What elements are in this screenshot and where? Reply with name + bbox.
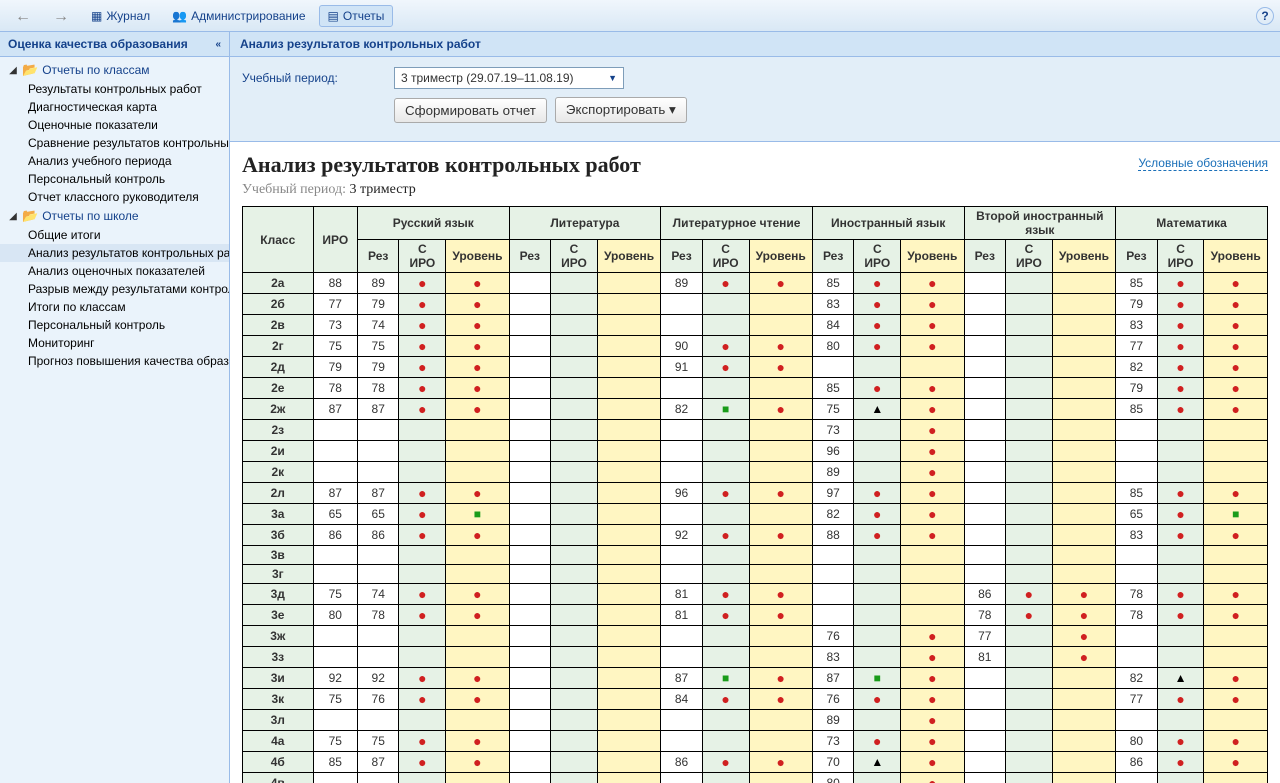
table-row: 3ж76●77●: [243, 626, 1268, 647]
report-area[interactable]: Условные обозначения Анализ результатов …: [230, 142, 1280, 783]
tree-item[interactable]: Оценочные показатели: [0, 116, 229, 134]
chevron-down-icon: ▼: [608, 73, 617, 83]
back-button[interactable]: [6, 4, 40, 28]
tree-item[interactable]: Итоги по классам: [0, 298, 229, 316]
grid-icon: ▦: [91, 9, 102, 23]
table-row: 2з73●: [243, 420, 1268, 441]
tree-item[interactable]: Мониторинг: [0, 334, 229, 352]
table-row: 3л89●: [243, 710, 1268, 731]
table-row: 4в80●: [243, 773, 1268, 783]
table-row: 3д7574●●81●●86●●78●●: [243, 584, 1268, 605]
tree-item[interactable]: Результаты контрольных работ: [0, 80, 229, 98]
table-row: 3и9292●●87■●87■●82▲●: [243, 668, 1268, 689]
table-row: 2в7374●●84●●83●●: [243, 315, 1268, 336]
report-icon: ▤: [328, 9, 339, 23]
table-row: 2л8787●●96●●97●●85●●: [243, 483, 1268, 504]
tree-item[interactable]: Анализ результатов контрольных работ: [0, 244, 229, 262]
tree-item[interactable]: Разрыв между результатами контрольных р: [0, 280, 229, 298]
table-row: 4б8587●●86●●70▲●86●●: [243, 752, 1268, 773]
collapse-icon[interactable]: «: [215, 39, 221, 50]
generate-button[interactable]: Сформировать отчет: [394, 98, 547, 123]
period-label: Учебный период:: [242, 71, 382, 85]
table-row: 3з83●81●: [243, 647, 1268, 668]
period-select[interactable]: 3 триместр (29.07.19–11.08.19) ▼: [394, 67, 624, 89]
table-row: 2е7878●●85●●79●●: [243, 378, 1268, 399]
table-row: 2ж8787●●82■●75▲●85●●: [243, 399, 1268, 420]
tree-group-class[interactable]: ◢📂Отчеты по классам: [0, 60, 229, 80]
table-row: 2г7575●●90●●80●●77●●: [243, 336, 1268, 357]
tree-item[interactable]: Персональный контроль: [0, 170, 229, 188]
table-row: 3к7576●●84●●76●●77●●: [243, 689, 1268, 710]
tree-item[interactable]: Анализ оценочных показателей: [0, 262, 229, 280]
help-icon[interactable]: ?: [1256, 7, 1274, 25]
reports-button[interactable]: ▤Отчеты: [319, 5, 394, 27]
users-icon: 👥: [172, 9, 187, 23]
table-row: 3в: [243, 546, 1268, 565]
table-row: 2к89●: [243, 462, 1268, 483]
forward-button[interactable]: [44, 4, 78, 28]
report-title: Анализ результатов контрольных работ: [242, 152, 1268, 178]
arrow-left-icon: [15, 8, 31, 24]
table-row: 2и96●: [243, 441, 1268, 462]
folder-open-icon: 📂: [22, 62, 38, 78]
report-subtitle: Учебный период: 3 триместр: [242, 182, 1268, 198]
tree-item[interactable]: Анализ учебного периода: [0, 152, 229, 170]
tree-item[interactable]: Прогноз повышения качества образования: [0, 352, 229, 370]
table-row: 3е8078●●81●●78●●78●●: [243, 605, 1268, 626]
tree-group-school[interactable]: ◢📂Отчеты по школе: [0, 206, 229, 226]
table-row: 3г: [243, 565, 1268, 584]
tree-item[interactable]: Диагностическая карта: [0, 98, 229, 116]
table-row: 3а6565●■82●●65●■: [243, 504, 1268, 525]
export-button[interactable]: Экспортировать ▾: [555, 97, 687, 123]
table-row: 2б7779●●83●●79●●: [243, 294, 1268, 315]
table-row: 2д7979●●91●●82●●: [243, 357, 1268, 378]
tree-item[interactable]: Отчет классного руководителя: [0, 188, 229, 206]
table-row: 2а8889●●89●●85●●85●●: [243, 273, 1268, 294]
filter-bar: Учебный период: 3 триместр (29.07.19–11.…: [230, 57, 1280, 142]
sidebar: Оценка качества образования « ◢📂Отчеты п…: [0, 32, 230, 783]
folder-open-icon: 📂: [22, 208, 38, 224]
journal-button[interactable]: ▦Журнал: [82, 5, 159, 27]
tree-item[interactable]: Персональный контроль: [0, 316, 229, 334]
tree-item[interactable]: Общие итоги: [0, 226, 229, 244]
arrow-right-icon: [53, 8, 69, 24]
table-row: 4а7575●●73●●80●●: [243, 731, 1268, 752]
legend-link[interactable]: Условные обозначения: [1138, 156, 1268, 171]
sidebar-title: Оценка качества образования «: [0, 32, 229, 57]
main-toolbar: ▦Журнал 👥Администрирование ▤Отчеты ?: [0, 0, 1280, 32]
content-area: Анализ результатов контрольных работ Уче…: [230, 32, 1280, 783]
content-header: Анализ результатов контрольных работ: [230, 32, 1280, 57]
tree-item[interactable]: Сравнение результатов контрольных работ: [0, 134, 229, 152]
admin-button[interactable]: 👥Администрирование: [163, 5, 314, 27]
results-table: КлассИРОРусский языкЛитератураЛитературн…: [242, 206, 1268, 783]
table-row: 3б8686●●92●●88●●83●●: [243, 525, 1268, 546]
